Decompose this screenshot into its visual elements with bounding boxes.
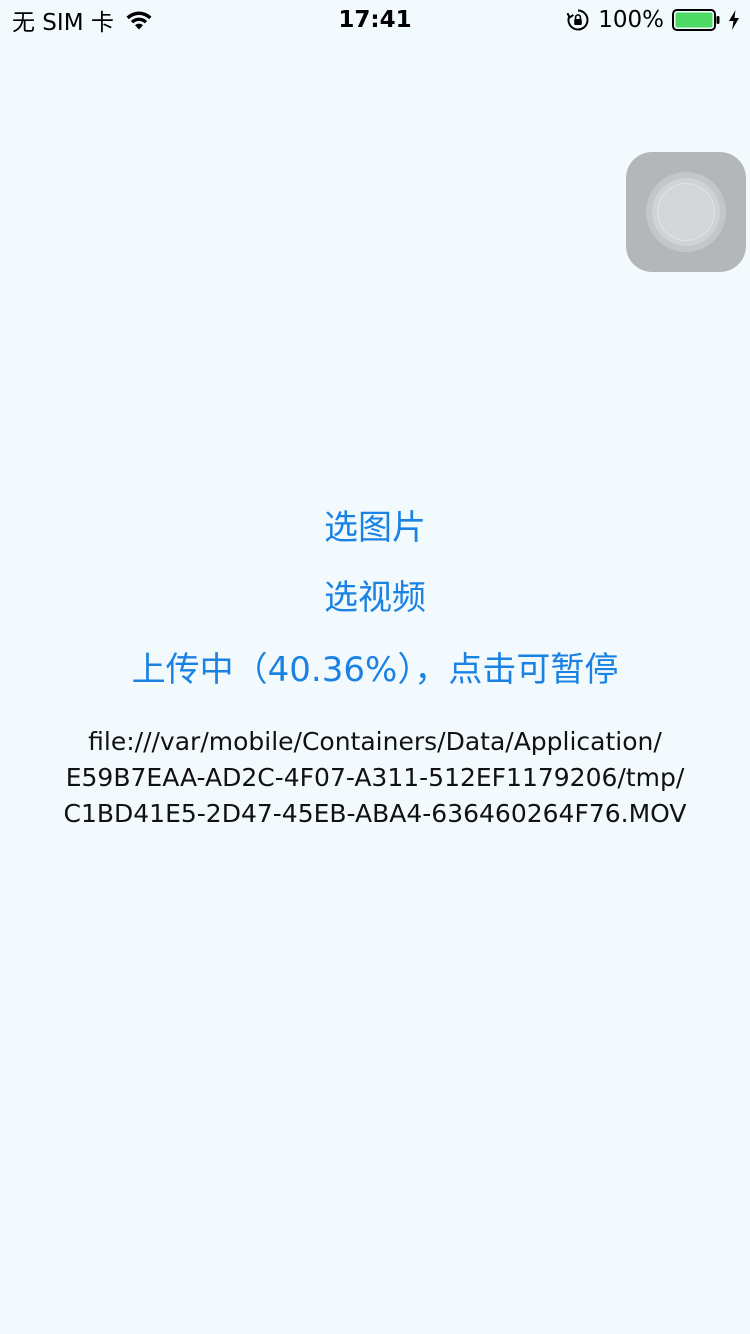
- lock-rotation-icon: [566, 9, 589, 31]
- file-path-line: E59B7EAA-AD2C-4F07-A311-512EF1179206/tmp…: [65, 763, 685, 792]
- pick-video-button[interactable]: 选视频: [0, 576, 750, 620]
- file-path-line: file:///var/mobile/Containers/Data/Appli…: [88, 727, 662, 756]
- file-path-text: file:///var/mobile/Containers/Data/Appli…: [20, 724, 730, 832]
- status-bar: 无 SIM 卡 17:41 100%: [0, 0, 750, 40]
- file-path-line: C1BD41E5-2D47-45EB-ABA4-636460264F76.MOV: [63, 799, 687, 828]
- charging-icon: [729, 10, 739, 30]
- assistive-touch-center: [658, 184, 714, 240]
- upload-pause-button[interactable]: 上传中（40.36%），点击可暂停: [0, 648, 750, 692]
- battery-icon: [672, 9, 720, 31]
- pick-image-button[interactable]: 选图片: [0, 506, 750, 550]
- battery-percent: 100%: [598, 7, 664, 33]
- assistive-touch-button[interactable]: [626, 152, 746, 272]
- status-right: 100%: [566, 6, 740, 34]
